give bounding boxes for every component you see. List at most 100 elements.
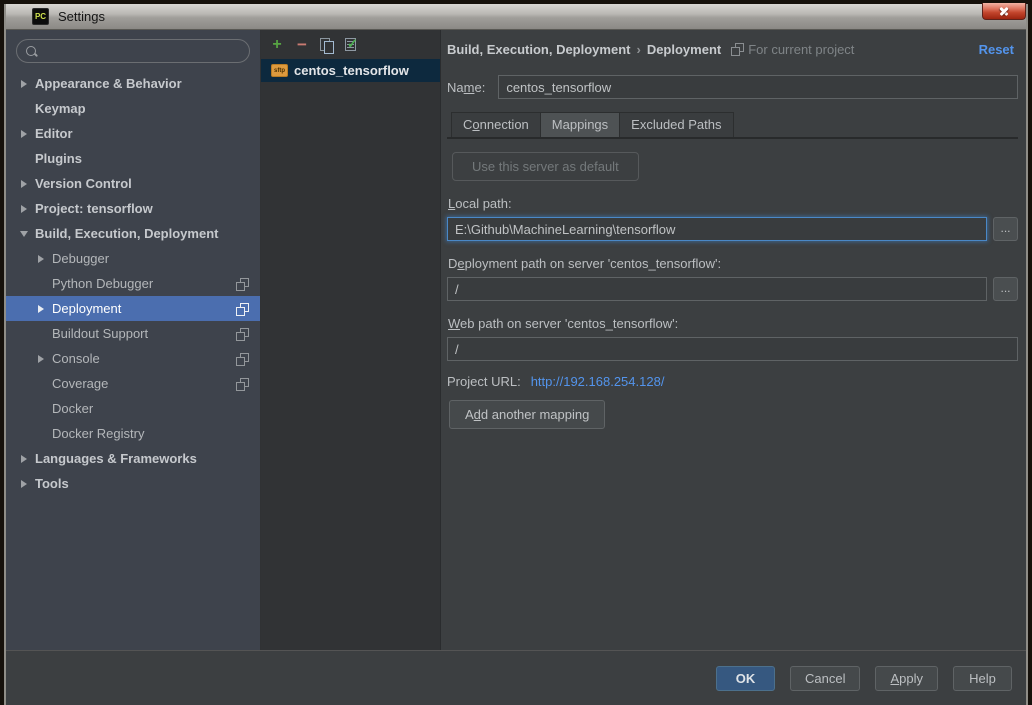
tree-item-label: Build, Execution, Deployment bbox=[35, 221, 218, 246]
browse-button[interactable]: ... bbox=[993, 277, 1018, 301]
chevron-right-icon[interactable] bbox=[16, 80, 31, 88]
tree-item-deployment[interactable]: Deployment bbox=[6, 296, 260, 321]
project-url-link[interactable]: http://192.168.254.128/ bbox=[531, 374, 665, 389]
help-button[interactable]: Help bbox=[953, 666, 1012, 691]
add-server-icon[interactable]: + bbox=[268, 37, 286, 53]
server-name-row: Name: bbox=[447, 75, 1018, 99]
tree-item-keymap[interactable]: Keymap bbox=[6, 96, 260, 121]
mapping-fields: Local path:... Deployment path on server … bbox=[447, 196, 1018, 361]
per-project-icon bbox=[236, 278, 248, 290]
tree-item-label: Project: tensorflow bbox=[35, 196, 153, 221]
tab-mappings[interactable]: Mappings bbox=[541, 112, 620, 137]
server-list-panel: +− ✓ sftpcentos_tensorflow bbox=[261, 30, 441, 650]
tree-item-plugins[interactable]: Plugins bbox=[6, 146, 260, 171]
settings-tree: Appearance & BehaviorKeymapEditorPlugins… bbox=[6, 71, 260, 496]
chevron-right-icon[interactable] bbox=[16, 205, 31, 213]
chevron-right-icon[interactable] bbox=[33, 255, 48, 263]
pycharm-logo-icon: PC bbox=[32, 8, 49, 25]
server-list: sftpcentos_tensorflow bbox=[261, 59, 440, 82]
cancel-button[interactable]: Cancel bbox=[790, 666, 860, 691]
project-url-label: Project URL: bbox=[447, 374, 521, 389]
local-path-label: Local path: bbox=[447, 196, 1018, 211]
tree-item-tools[interactable]: Tools bbox=[6, 471, 260, 496]
tree-item-editor[interactable]: Editor bbox=[6, 121, 260, 146]
tree-item-debugger[interactable]: Debugger bbox=[6, 246, 260, 271]
server-name-input[interactable] bbox=[498, 75, 1018, 99]
tree-item-label: Version Control bbox=[35, 171, 132, 196]
name-label: Name: bbox=[447, 80, 485, 95]
tree-item-coverage[interactable]: Coverage bbox=[6, 371, 260, 396]
close-button[interactable] bbox=[982, 3, 1026, 20]
scope-label: For current project bbox=[748, 42, 854, 57]
server-list-toolbar: +− ✓ bbox=[261, 30, 440, 59]
chevron-right-icon[interactable] bbox=[16, 180, 31, 188]
chevron-right-icon[interactable] bbox=[16, 130, 31, 138]
tree-item-label: Editor bbox=[35, 121, 73, 146]
local-path-input[interactable] bbox=[447, 217, 987, 241]
settings-header: Build, Execution, Deployment › Deploymen… bbox=[447, 38, 1018, 60]
chevron-right-icon[interactable] bbox=[16, 480, 31, 488]
chevron-down-icon[interactable] bbox=[16, 231, 31, 237]
tree-item-label: Python Debugger bbox=[52, 271, 153, 296]
tree-item-label: Docker bbox=[52, 396, 93, 421]
reset-link[interactable]: Reset bbox=[979, 42, 1018, 57]
use-as-default-icon[interactable]: ✓ bbox=[343, 37, 361, 53]
per-project-icon bbox=[236, 378, 248, 390]
server-list-item[interactable]: sftpcentos_tensorflow bbox=[261, 59, 440, 82]
use-server-as-default-button[interactable]: Use this server as default bbox=[452, 152, 639, 181]
per-project-icon bbox=[731, 43, 743, 55]
deployment-path-input[interactable] bbox=[447, 277, 987, 301]
settings-search-box[interactable] bbox=[16, 39, 250, 63]
search-icon bbox=[25, 45, 38, 58]
search-input[interactable] bbox=[44, 43, 241, 60]
tree-item-label: Languages & Frameworks bbox=[35, 446, 197, 471]
chevron-right-icon[interactable] bbox=[16, 455, 31, 463]
chevron-right-icon[interactable] bbox=[33, 355, 48, 363]
tree-item-docker[interactable]: Docker bbox=[6, 396, 260, 421]
server-name: centos_tensorflow bbox=[294, 63, 409, 78]
breadcrumb-current: Deployment bbox=[647, 42, 721, 57]
tree-item-version-control[interactable]: Version Control bbox=[6, 171, 260, 196]
tree-item-label: Tools bbox=[35, 471, 69, 496]
tree-item-build-execution-deployment[interactable]: Build, Execution, Deployment bbox=[6, 221, 260, 246]
settings-window: PC Settings Appearance & BehaviorKeymapE… bbox=[4, 4, 1028, 705]
project-url-row: Project URL: http://192.168.254.128/ bbox=[447, 374, 1018, 389]
tree-item-label: Buildout Support bbox=[52, 321, 148, 346]
per-project-icon bbox=[236, 328, 248, 340]
field-row: ... bbox=[447, 217, 1018, 241]
mappings-tab-content: Use this server as default Local path:..… bbox=[447, 139, 1018, 429]
field-row bbox=[447, 337, 1018, 361]
tree-item-label: Console bbox=[52, 346, 100, 371]
per-project-icon bbox=[236, 303, 248, 315]
tree-item-label: Coverage bbox=[52, 371, 108, 396]
tree-item-languages-frameworks[interactable]: Languages & Frameworks bbox=[6, 446, 260, 471]
settings-sidebar: Appearance & BehaviorKeymapEditorPlugins… bbox=[6, 30, 261, 650]
tree-item-docker-registry[interactable]: Docker Registry bbox=[6, 421, 260, 446]
tree-item-python-debugger[interactable]: Python Debugger bbox=[6, 271, 260, 296]
tab-connection[interactable]: Connection bbox=[451, 112, 541, 137]
add-another-mapping-button[interactable]: Add another mapping bbox=[449, 400, 605, 429]
window-title: Settings bbox=[58, 9, 105, 24]
tree-item-label: Plugins bbox=[35, 146, 82, 171]
ok-button[interactable]: OK bbox=[716, 666, 775, 691]
browse-button[interactable]: ... bbox=[993, 217, 1018, 241]
copy-server-icon[interactable] bbox=[318, 37, 336, 53]
tree-item-label: Deployment bbox=[52, 296, 121, 321]
breadcrumb-separator: › bbox=[636, 42, 640, 57]
web-path-input[interactable] bbox=[447, 337, 1018, 361]
tree-item-buildout-support[interactable]: Buildout Support bbox=[6, 321, 260, 346]
title-bar[interactable]: PC Settings bbox=[6, 4, 1026, 30]
deployment-path-label: Deployment path on server 'centos_tensor… bbox=[447, 256, 1018, 271]
chevron-right-icon[interactable] bbox=[33, 305, 48, 313]
breadcrumb-parent: Build, Execution, Deployment bbox=[447, 42, 630, 57]
apply-button[interactable]: Apply bbox=[875, 666, 938, 691]
tree-item-label: Docker Registry bbox=[52, 421, 144, 446]
tab-excluded-paths[interactable]: Excluded Paths bbox=[620, 112, 733, 137]
tree-item-project-tensorflow[interactable]: Project: tensorflow bbox=[6, 196, 260, 221]
close-icon bbox=[998, 5, 1010, 17]
web-path-label: Web path on server 'centos_tensorflow': bbox=[447, 316, 1018, 331]
remove-server-icon[interactable]: − bbox=[293, 37, 311, 53]
tree-item-appearance-behavior[interactable]: Appearance & Behavior bbox=[6, 71, 260, 96]
tree-item-console[interactable]: Console bbox=[6, 346, 260, 371]
deployment-settings-panel: Build, Execution, Deployment › Deploymen… bbox=[441, 30, 1026, 650]
